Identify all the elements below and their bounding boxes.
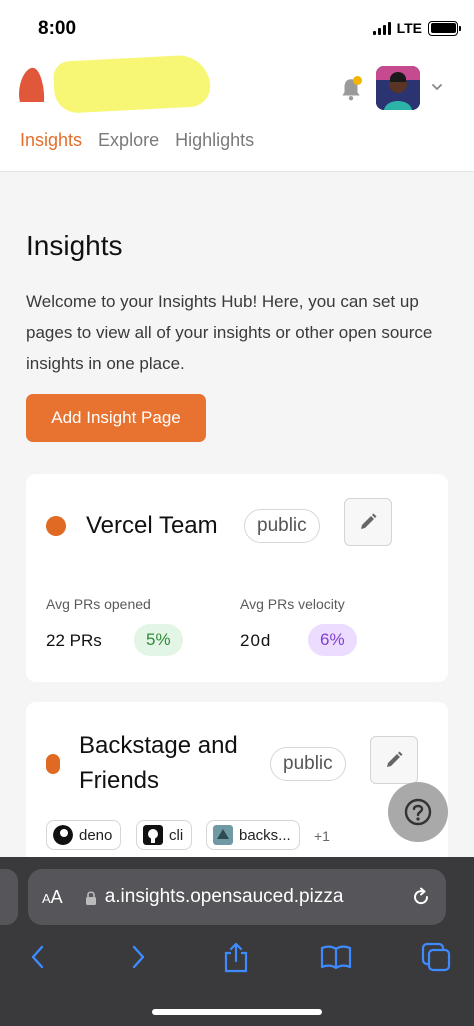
github-icon	[143, 825, 163, 845]
visibility-badge: public	[244, 509, 320, 543]
repo-chip-deno[interactable]: deno	[46, 820, 122, 850]
signal-icon	[372, 21, 391, 35]
page-title: Insights	[26, 230, 123, 261]
back-icon	[31, 945, 44, 969]
status-dot	[46, 516, 66, 536]
tabs-icon	[421, 942, 451, 972]
logo-icon[interactable]	[16, 66, 46, 102]
pencil-icon	[361, 513, 377, 529]
insight-title[interactable]: Vercel Team	[86, 508, 218, 543]
tabs-button[interactable]	[416, 937, 456, 977]
deno-icon	[53, 825, 73, 845]
tab-insights[interactable]: Insights	[20, 130, 82, 151]
stat-label: Avg PRs opened	[46, 596, 151, 612]
chevron-down-icon[interactable]	[430, 80, 444, 94]
more-repos-count: +1	[314, 828, 330, 844]
previous-tab-preview[interactable]	[0, 869, 18, 925]
back-button[interactable]	[18, 937, 58, 977]
bookmarks-icon	[320, 945, 352, 970]
battery-icon	[428, 20, 461, 36]
stat-label: Avg PRs velocity	[240, 596, 345, 612]
add-insight-page-button[interactable]: Add Insight Page	[26, 394, 206, 442]
status-bar: 8:00 LTE	[0, 0, 474, 56]
forward-icon	[132, 945, 145, 969]
home-indicator	[152, 1009, 322, 1015]
browser-toolbar: AA a.insights.opensauced.pizza	[0, 857, 474, 1026]
repo-name: cli	[169, 826, 184, 844]
edit-button[interactable]	[370, 736, 418, 784]
reader-settings-button[interactable]: AA	[42, 887, 63, 908]
stat-value: 20d	[240, 631, 272, 650]
notification-dot	[353, 76, 362, 85]
question-icon	[404, 798, 432, 826]
insight-title-line1[interactable]: Backstage and	[79, 728, 238, 763]
app-header: Insights Explore Highlights	[0, 53, 474, 172]
browser-nav-row	[0, 937, 474, 987]
stat-change-badge: 6%	[308, 624, 357, 656]
visibility-badge: public	[270, 747, 346, 781]
status-indicators: LTE	[372, 20, 461, 36]
page-description: Welcome to your Insights Hub! Here, you …	[26, 292, 433, 373]
nav-tabs: Insights Explore Highlights	[20, 130, 254, 151]
stat-value: 22 PRs	[46, 631, 102, 650]
tab-explore[interactable]: Explore	[98, 130, 159, 151]
insight-card[interactable]: Vercel Team public Avg PRs opened 22 PRs…	[26, 474, 448, 682]
share-button[interactable]	[216, 937, 256, 977]
url-text[interactable]: a.insights.opensauced.pizza	[105, 886, 404, 908]
backstage-icon	[213, 825, 233, 845]
repo-name: backs...	[239, 826, 291, 844]
share-icon	[224, 942, 248, 973]
stat-change-badge: 5%	[134, 624, 183, 656]
help-button[interactable]	[388, 782, 448, 842]
forward-button[interactable]	[118, 937, 158, 977]
lock-icon	[85, 890, 96, 905]
status-time: 8:00	[38, 18, 77, 39]
redacted-username	[52, 53, 212, 115]
repo-chip-cli[interactable]: cli	[136, 820, 193, 850]
bookmarks-button[interactable]	[316, 937, 356, 977]
edit-button[interactable]	[344, 498, 392, 546]
tab-highlights[interactable]: Highlights	[175, 130, 254, 151]
status-dot	[46, 754, 60, 774]
repo-name: deno	[79, 826, 113, 844]
insight-title-line2[interactable]: Friends	[79, 763, 159, 798]
reload-icon[interactable]	[410, 886, 432, 908]
network-label: LTE	[396, 20, 422, 36]
avatar[interactable]	[376, 66, 420, 110]
pencil-icon	[387, 751, 403, 767]
repo-chip-backstage[interactable]: backs...	[206, 820, 300, 850]
address-bar[interactable]: AA a.insights.opensauced.pizza	[28, 869, 446, 925]
